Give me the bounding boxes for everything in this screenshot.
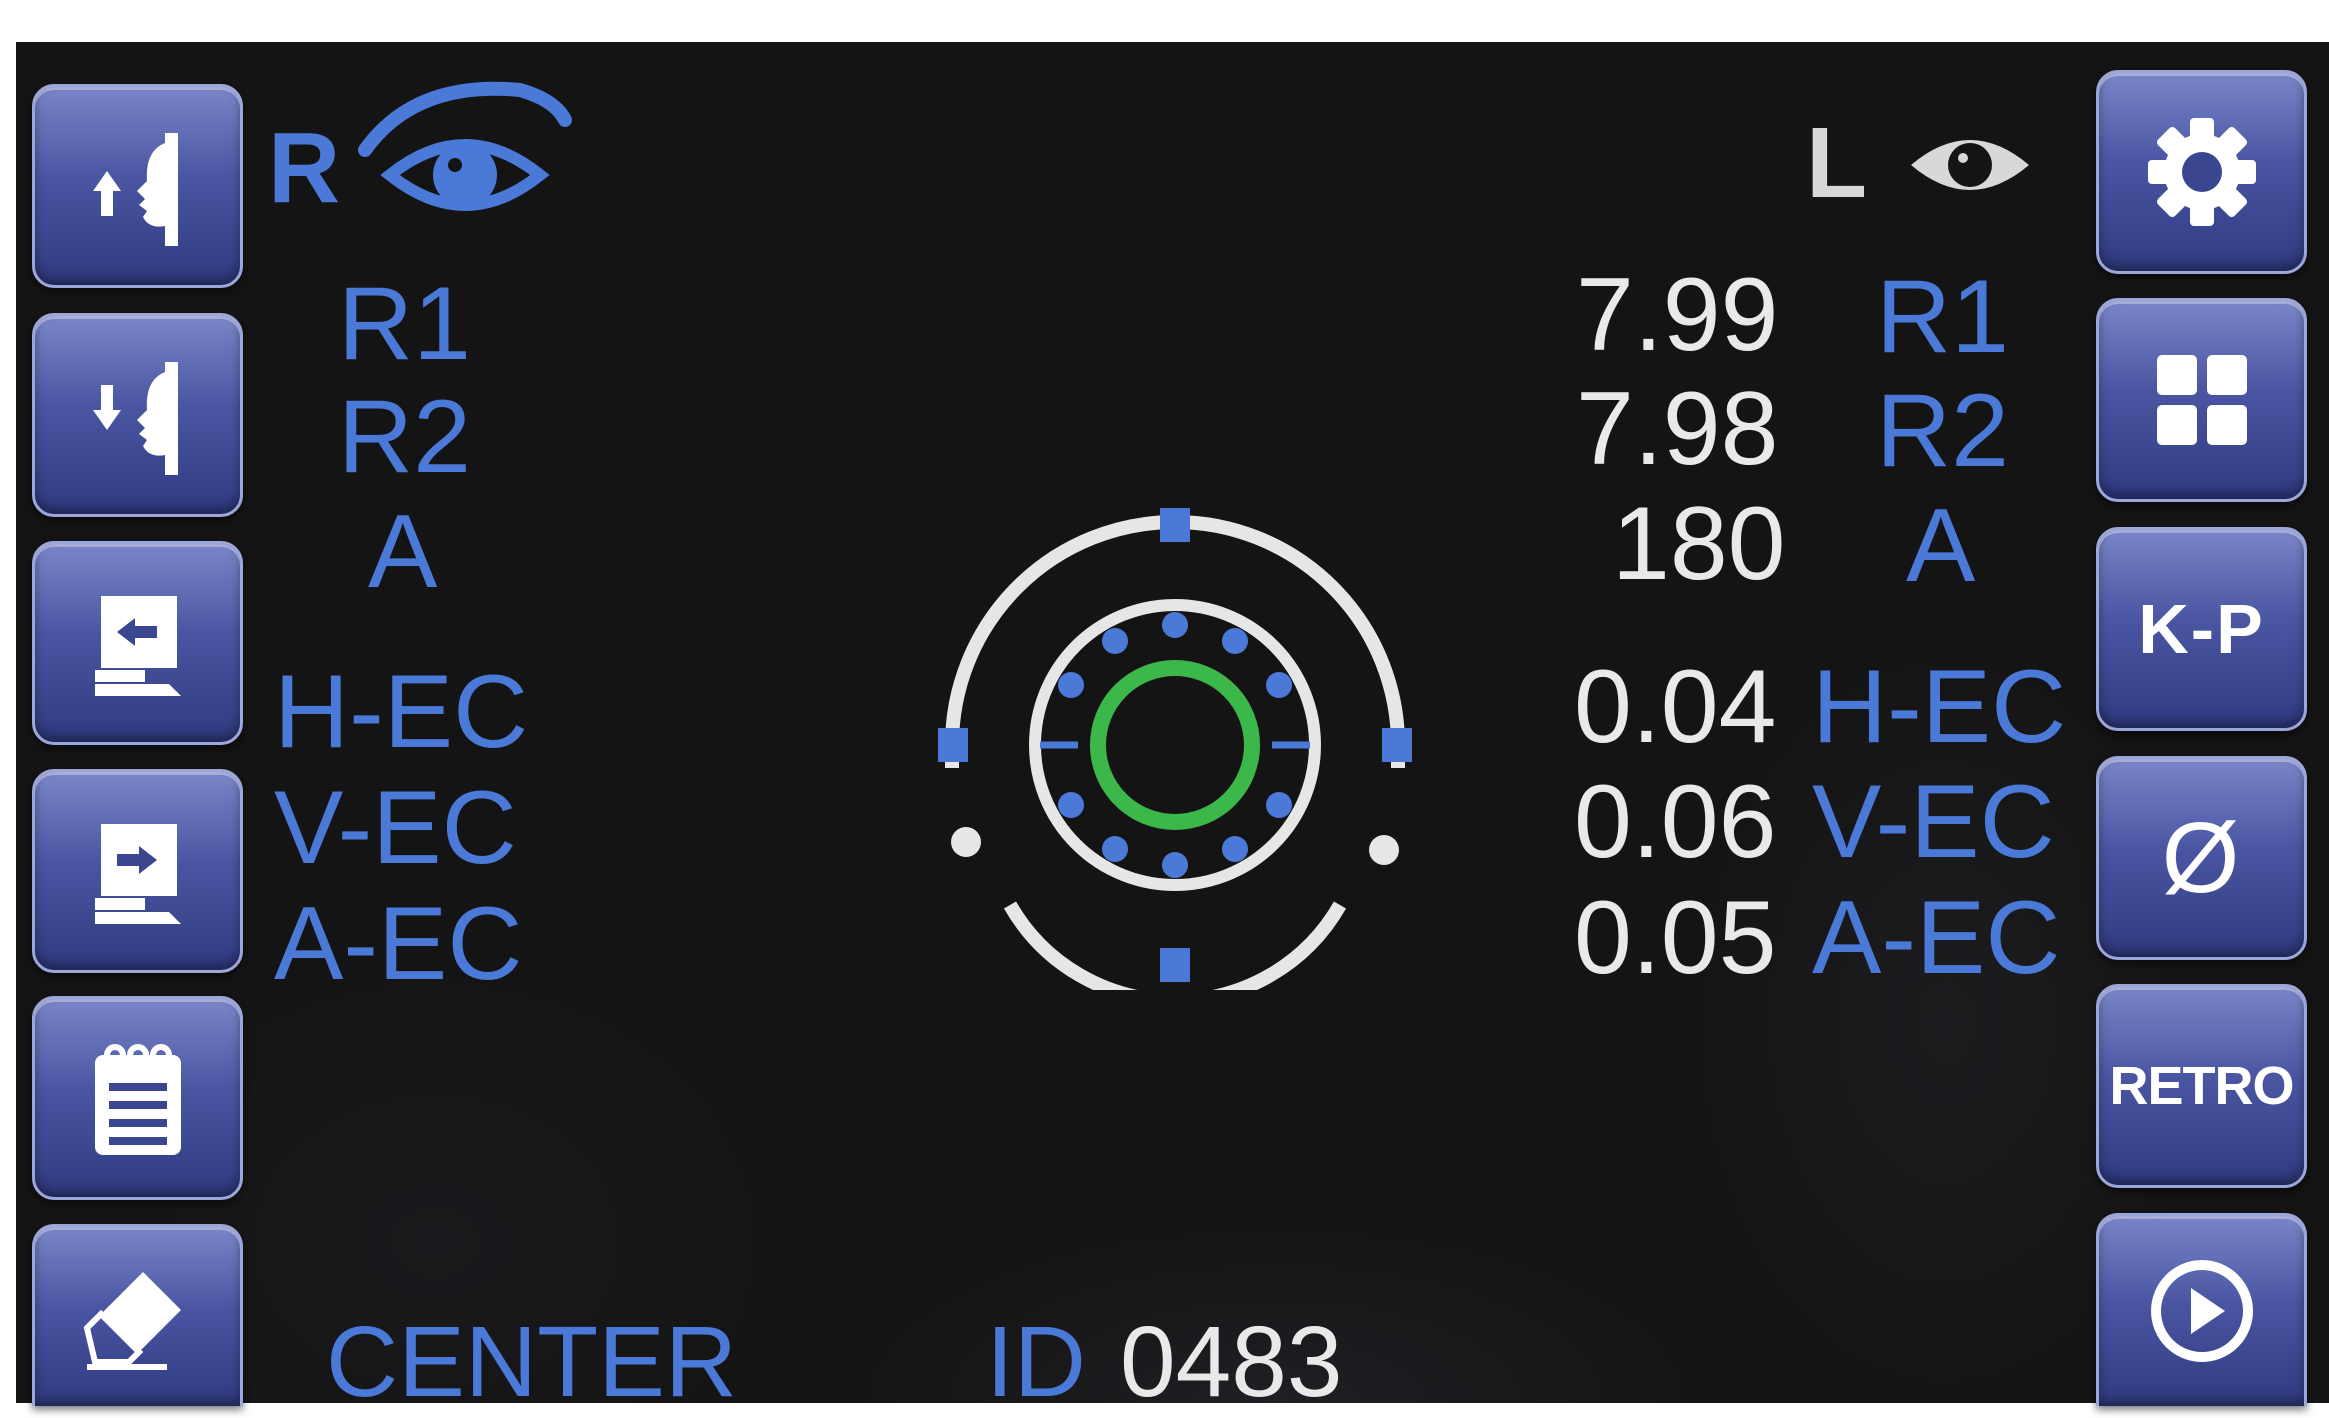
side-dot-right [1369, 835, 1399, 865]
play-icon [2150, 1260, 2253, 1362]
gear-icon [2147, 118, 2256, 226]
k-p-button[interactable]: K-P [2096, 527, 2307, 731]
right-value-h-ec: 0.04 [1574, 649, 1777, 765]
move-left-icon [94, 596, 181, 696]
move-left-button[interactable] [32, 541, 243, 745]
settings-button[interactable] [2096, 70, 2307, 274]
alignment-target [938, 508, 1412, 990]
right-value-r1: 7.99 [1576, 257, 1779, 373]
side-dot-left [951, 827, 981, 857]
retro-button[interactable]: RETRO [2096, 984, 2307, 1188]
left-eye-letter: L [1806, 107, 1868, 219]
move-right-button[interactable] [32, 769, 243, 973]
left-eye-icon [1911, 140, 2029, 190]
diameter-label: Ø [2161, 801, 2242, 914]
mode-label: CENTER [326, 1306, 738, 1418]
marker-top [1160, 508, 1190, 542]
grid-icon [2156, 355, 2247, 445]
right-eye-icon [358, 81, 572, 211]
marker-right [1382, 728, 1412, 762]
marker-left [938, 728, 968, 762]
notepad-button[interactable] [32, 996, 243, 1200]
chin-rest-down-button[interactable] [32, 313, 243, 517]
right-label-a-ec: A-EC [1812, 880, 2061, 996]
right-value-a-ec: 0.05 [1574, 880, 1777, 996]
right-value-r2: 7.98 [1576, 371, 1779, 487]
id-value: 0483 [1120, 1306, 1343, 1418]
left-label-h-ec: H-EC [274, 654, 529, 770]
left-label-a-ec: A-EC [274, 886, 523, 1002]
diameter-button[interactable]: Ø [2096, 756, 2307, 960]
left-label-r2: R2 [338, 379, 471, 495]
right-label-h-ec: H-EC [1812, 649, 2067, 765]
grid-button[interactable] [2096, 298, 2307, 502]
move-right-icon [94, 824, 181, 924]
chin-rest-up-icon [92, 133, 178, 246]
marker-bottom [1160, 948, 1190, 982]
left-label-v-ec: V-EC [274, 770, 517, 886]
right-eye-letter: R [268, 112, 341, 224]
left-label-r1: R1 [338, 266, 471, 382]
right-label-r1: R1 [1876, 259, 2009, 375]
right-value-a: 180 [1612, 486, 1786, 602]
left-label-a: A [368, 494, 438, 610]
play-button[interactable] [2096, 1213, 2307, 1406]
id-label: ID [986, 1306, 1086, 1418]
right-label-a: A [1906, 488, 1976, 604]
k-p-label: K-P [2138, 590, 2265, 668]
right-label-v-ec: V-EC [1812, 764, 2055, 880]
retro-label: RETRO [2109, 1056, 2295, 1116]
notepad-icon [94, 1044, 181, 1155]
eraser-icon [83, 1271, 181, 1370]
center-green-ring [1090, 660, 1260, 830]
chin-rest-up-button[interactable] [32, 84, 243, 288]
eraser-button[interactable] [32, 1224, 243, 1406]
chin-rest-down-icon [92, 362, 178, 475]
right-label-r2: R2 [1876, 373, 2009, 489]
right-value-v-ec: 0.06 [1574, 764, 1777, 880]
